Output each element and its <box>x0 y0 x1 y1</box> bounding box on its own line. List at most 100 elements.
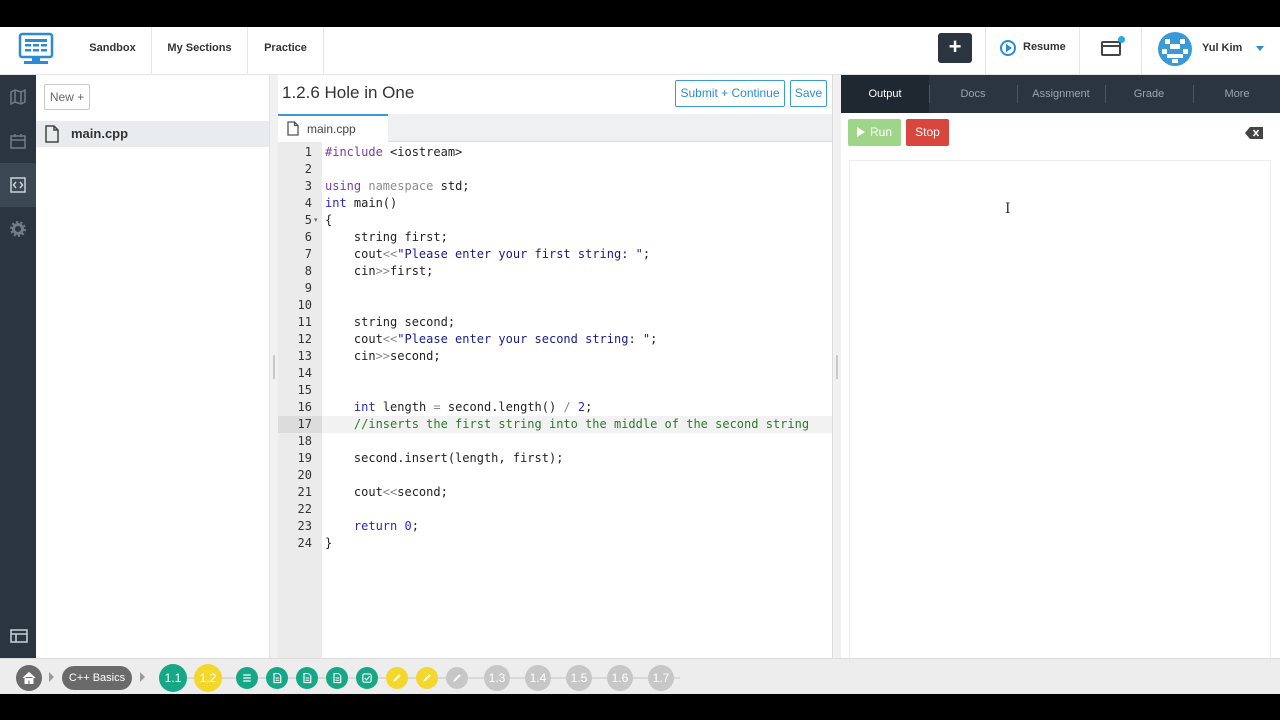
lesson-node-1-6[interactable]: 1.6 <box>607 665 633 691</box>
lesson-node-label: 1.1 <box>164 671 182 685</box>
output-tab-bar: Output Docs Assignment Grade More <box>841 75 1280 113</box>
activity-node[interactable] <box>446 667 468 689</box>
file-name: main.cpp <box>71 126 129 141</box>
activity-node[interactable] <box>416 667 438 689</box>
clear-console-icon[interactable] <box>1245 127 1263 139</box>
code-line[interactable]: { <box>325 212 332 229</box>
rail-calendar-button[interactable] <box>0 119 36 163</box>
fold-toggle-icon[interactable]: ▾ <box>314 216 318 224</box>
new-file-button[interactable]: New + <box>44 84 90 110</box>
line-number: 21 <box>297 485 312 499</box>
pencil-icon <box>393 674 401 682</box>
activity-node[interactable] <box>386 667 408 689</box>
code-line[interactable]: int main() <box>325 195 397 212</box>
rail-settings-button[interactable] <box>0 207 36 251</box>
line-number: 17 <box>297 417 312 431</box>
rail-code-button[interactable] <box>0 163 36 207</box>
line-number: 16 <box>297 400 312 414</box>
doc-icon <box>333 672 342 684</box>
play-circle-icon <box>1000 40 1016 56</box>
tab-output[interactable]: Output <box>841 75 929 113</box>
run-button[interactable]: Run <box>848 119 901 146</box>
rail-sidebar-toggle[interactable] <box>0 614 36 658</box>
lesson-node-label: 1.7 <box>652 671 670 685</box>
panel-resize-handle-left[interactable] <box>270 75 278 658</box>
home-button[interactable] <box>16 665 42 691</box>
gear-icon <box>10 221 26 237</box>
file-item-main-cpp[interactable]: main.cpp <box>36 121 269 147</box>
line-number: 11 <box>297 315 312 329</box>
line-number: 18 <box>297 434 312 448</box>
resume-button[interactable]: Resume <box>985 27 1080 75</box>
code-line[interactable]: cout<<"Please enter your first string: "… <box>325 246 650 263</box>
notifications-button[interactable] <box>1080 27 1142 75</box>
code-line[interactable]: string first; <box>325 229 448 246</box>
code-line[interactable]: cout<<"Please enter your second string: … <box>325 331 657 348</box>
tab-main-cpp[interactable]: main.cpp <box>278 114 388 142</box>
activity-node[interactable] <box>356 667 378 689</box>
chevron-down-icon[interactable] <box>1256 46 1264 51</box>
avatar[interactable] <box>1158 32 1192 66</box>
editor-tab-bar: main.cpp <box>278 114 832 142</box>
lesson-node-1-3[interactable]: 1.3 <box>484 665 510 691</box>
code-line[interactable]: cin>>second; <box>325 348 441 365</box>
code-line[interactable]: } <box>325 535 332 552</box>
chevron-right-icon <box>140 672 145 682</box>
line-number: 10 <box>297 298 312 312</box>
nav-my-sections[interactable]: My Sections <box>152 27 248 75</box>
doc-icon <box>273 672 282 684</box>
activity-node[interactable] <box>326 667 348 689</box>
tab-docs[interactable]: Docs <box>929 75 1017 113</box>
app-frame: Sandbox My Sections Practice + Resume Yu… <box>0 27 1280 694</box>
code-editor[interactable]: #include <iostream> using namespace std; i… <box>322 142 832 658</box>
submit-continue-button[interactable]: Submit + Continue <box>675 80 785 107</box>
line-number: 5 <box>304 213 312 227</box>
pencil-icon <box>423 674 431 682</box>
stop-button[interactable]: Stop <box>906 119 949 146</box>
tab-assignment[interactable]: Assignment <box>1017 75 1105 113</box>
code-line[interactable]: //inserts the first string into the midd… <box>325 416 809 433</box>
nav-sandbox[interactable]: Sandbox <box>74 27 152 75</box>
play-icon <box>857 127 865 137</box>
lesson-node-1-7[interactable]: 1.7 <box>648 665 674 691</box>
code-line[interactable]: int length = second.length() / 2; <box>325 399 592 416</box>
map-icon <box>10 89 26 105</box>
line-number: 15 <box>297 383 312 397</box>
browser-window-icon <box>1101 41 1121 56</box>
nav-practice[interactable]: Practice <box>248 27 324 75</box>
code-line[interactable]: cin>>first; <box>325 263 434 280</box>
tab-grade[interactable]: Grade <box>1105 75 1193 113</box>
line-number-gutter: 1 2 3 4 5 ▾ 6 7 8 9 10 11 12 13 14 15 16 17 18 19 20 21 22 23 24 <box>278 142 322 658</box>
console-output[interactable]: I <box>849 160 1271 658</box>
file-panel: New + main.cpp <box>36 75 270 658</box>
line-number: 23 <box>297 519 312 533</box>
code-line[interactable]: string second; <box>325 314 455 331</box>
create-plus-button[interactable]: + <box>938 33 972 63</box>
activity-node[interactable] <box>236 667 258 689</box>
editor-panel: 1.2.6 Hole in One Submit + Continue Save… <box>278 75 833 658</box>
line-number: 20 <box>297 468 312 482</box>
save-button[interactable]: Save <box>790 80 827 107</box>
code-line[interactable]: second.insert(length, first); <box>325 450 564 467</box>
lesson-node-1-2[interactable]: 1.2 <box>194 664 222 692</box>
line-number: 12 <box>297 332 312 346</box>
activity-node[interactable] <box>296 667 318 689</box>
code-line[interactable]: return 0; <box>325 518 419 535</box>
code-line[interactable]: using namespace std; <box>325 178 470 195</box>
codehs-logo-icon[interactable] <box>18 31 54 67</box>
lesson-node-1-1[interactable]: 1.1 <box>159 664 187 692</box>
panel-resize-handle-right[interactable] <box>833 75 841 658</box>
lesson-node-1-4[interactable]: 1.4 <box>525 665 551 691</box>
lesson-node-1-5[interactable]: 1.5 <box>566 665 592 691</box>
sidebar-toggle-icon <box>10 629 28 643</box>
rail-map-button[interactable] <box>0 75 36 119</box>
tab-more[interactable]: More <box>1193 75 1280 113</box>
code-line[interactable]: #include <iostream> <box>325 144 462 161</box>
doc-icon <box>303 672 312 684</box>
line-number: 2 <box>304 162 312 176</box>
activity-node[interactable] <box>266 667 288 689</box>
code-line[interactable]: cout<<second; <box>325 484 448 501</box>
resume-label: Resume <box>1023 41 1066 53</box>
user-name[interactable]: Yul Kim <box>1202 42 1242 54</box>
course-breadcrumb[interactable]: C++ Basics <box>62 666 132 690</box>
